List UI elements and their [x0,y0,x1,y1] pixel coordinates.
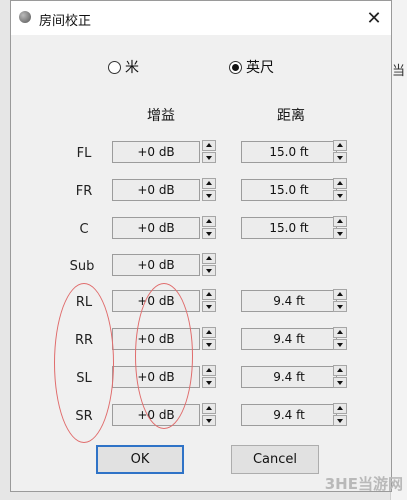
background-window-edge: 当 [390,0,407,500]
background-glyph: 当 [391,64,405,79]
title-bar: 房间校正 ✕ [11,1,391,35]
unit-option-meters[interactable]: 米 [108,57,139,77]
spin-up-icon[interactable] [333,178,347,189]
spin-down-icon[interactable] [202,301,216,312]
gain-spinner-rr[interactable] [202,327,216,351]
gain-field-rl[interactable]: +0 dB [112,290,200,312]
distance-spinner-c[interactable] [333,216,347,240]
spin-up-icon[interactable] [202,403,216,414]
spin-down-icon[interactable] [202,265,216,276]
unit-option-feet[interactable]: 英尺 [229,57,274,77]
spin-up-icon[interactable] [333,365,347,376]
radio-feet[interactable] [229,60,242,74]
spin-up-icon[interactable] [202,327,216,338]
spin-down-icon[interactable] [333,377,347,388]
distance-field-rr[interactable]: 9.4 ft [241,328,337,350]
channel-label-fr: FR [75,184,93,199]
spin-up-icon[interactable] [333,327,347,338]
gain-spinner-fr[interactable] [202,178,216,202]
spin-up-icon[interactable] [202,253,216,264]
distance-field-fl[interactable]: 15.0 ft [241,141,337,163]
distance-spinner-fl[interactable] [333,140,347,164]
channel-label-rl: RL [75,295,93,310]
distance-field-fr[interactable]: 15.0 ft [241,179,337,201]
spin-down-icon[interactable] [202,152,216,163]
gain-field-sub[interactable]: +0 dB [112,254,200,276]
spin-up-icon[interactable] [202,178,216,189]
channel-label-sr: SR [75,409,93,424]
unit-label-feet: 英尺 [246,60,274,76]
spin-up-icon[interactable] [333,289,347,300]
gain-field-sr[interactable]: +0 dB [112,404,200,426]
gain-spinner-rl[interactable] [202,289,216,313]
unit-label-meters: 米 [125,60,139,76]
spin-up-icon[interactable] [202,140,216,151]
distance-spinner-rr[interactable] [333,327,347,351]
gain-field-fr[interactable]: +0 dB [112,179,200,201]
gain-spinner-sub[interactable] [202,253,216,277]
spin-up-icon[interactable] [333,216,347,227]
distance-spinner-sl[interactable] [333,365,347,389]
spin-down-icon[interactable] [202,415,216,426]
distance-field-sr[interactable]: 9.4 ft [241,404,337,426]
channel-label-rr: RR [74,333,94,348]
distance-header: 距离 [277,108,305,124]
spin-up-icon[interactable] [202,365,216,376]
gain-spinner-fl[interactable] [202,140,216,164]
spin-up-icon[interactable] [333,140,347,151]
gain-spinner-c[interactable] [202,216,216,240]
gain-field-c[interactable]: +0 dB [112,217,200,239]
watermark-text: 3HE当游网 [324,475,403,493]
spin-down-icon[interactable] [202,339,216,350]
channel-label-sl: SL [76,371,92,386]
spin-up-icon[interactable] [202,216,216,227]
spin-down-icon[interactable] [333,339,347,350]
spin-up-icon[interactable] [333,403,347,414]
dialog-title: 房间校正 [39,14,92,29]
cancel-button[interactable]: Cancel [231,445,319,474]
gain-field-rr[interactable]: +0 dB [112,328,200,350]
spin-down-icon[interactable] [333,190,347,201]
spin-down-icon[interactable] [202,377,216,388]
distance-spinner-rl[interactable] [333,289,347,313]
channel-label-fl: FL [76,146,92,161]
gain-field-fl[interactable]: +0 dB [112,141,200,163]
close-button[interactable]: ✕ [357,1,391,35]
channel-label-c: C [79,222,89,237]
channel-label-sub: Sub [69,259,95,274]
spin-down-icon[interactable] [202,190,216,201]
distance-spinner-sr[interactable] [333,403,347,427]
distance-field-rl[interactable]: 9.4 ft [241,290,337,312]
distance-field-sl[interactable]: 9.4 ft [241,366,337,388]
spin-up-icon[interactable] [202,289,216,300]
spin-down-icon[interactable] [333,152,347,163]
radio-meters[interactable] [108,60,121,74]
distance-spinner-fr[interactable] [333,178,347,202]
speaker-icon [19,11,31,23]
gain-spinner-sl[interactable] [202,365,216,389]
spin-down-icon[interactable] [333,228,347,239]
room-correction-dialog: 房间校正 ✕ 米 英尺 增益 距离 FL +0 dB 15.0 ft FR +0… [10,0,392,492]
spin-down-icon[interactable] [333,301,347,312]
spin-down-icon[interactable] [202,228,216,239]
gain-header: 增益 [147,108,175,124]
spin-down-icon[interactable] [333,415,347,426]
gain-field-sl[interactable]: +0 dB [112,366,200,388]
distance-field-c[interactable]: 15.0 ft [241,217,337,239]
ok-button[interactable]: OK [96,445,184,474]
gain-spinner-sr[interactable] [202,403,216,427]
